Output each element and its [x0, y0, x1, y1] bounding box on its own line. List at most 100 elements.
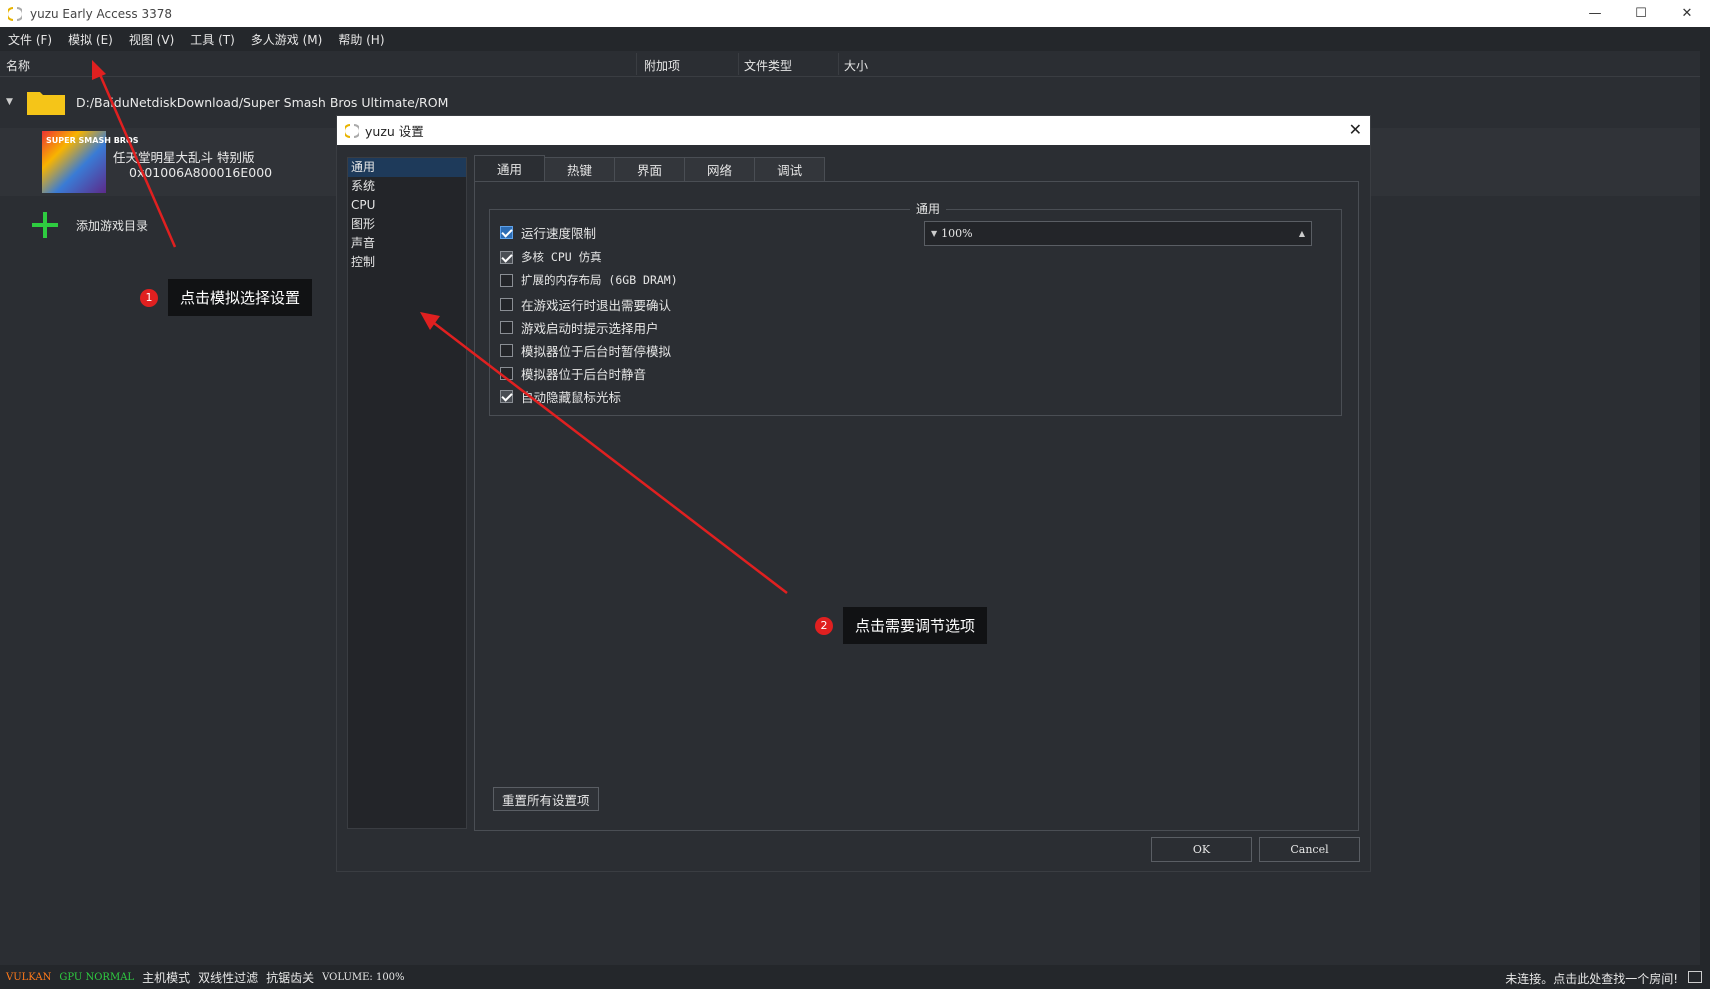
- cancel-button[interactable]: Cancel: [1259, 837, 1360, 862]
- option-extended-memory[interactable]: 扩展的内存布局 (6GB DRAM): [500, 272, 678, 288]
- column-filetype[interactable]: 文件类型: [744, 57, 792, 74]
- category-controls[interactable]: 控制: [348, 253, 466, 272]
- tab-network[interactable]: 网络: [684, 157, 756, 181]
- status-antialiasing[interactable]: 抗锯齿关: [266, 969, 314, 986]
- option-confirm-exit[interactable]: 在游戏运行时退出需要确认: [500, 295, 671, 314]
- menu-emulation[interactable]: 模拟 (E): [60, 31, 121, 48]
- game-thumbnail-title: SUPER SMASH BROS: [46, 136, 139, 145]
- option-mute-background[interactable]: 模拟器位于后台时静音: [500, 364, 646, 383]
- speed-limit-select[interactable]: ▼ 100% ▲: [924, 221, 1312, 246]
- scrollbar-track[interactable]: [1700, 51, 1710, 965]
- annotation-callout-1: 1 点击模拟选择设置: [140, 279, 313, 316]
- plus-icon: [30, 210, 60, 240]
- settings-category-list: 通用 系统 CPU 图形 声音 控制: [347, 157, 467, 829]
- category-cpu[interactable]: CPU: [348, 196, 466, 215]
- settings-tabs: 通用 热键 界面 网络 调试: [474, 155, 826, 181]
- annotation-callout-2: 2 点击需要调节选项: [815, 607, 988, 644]
- menu-tools[interactable]: 工具 (T): [182, 31, 243, 48]
- status-volume[interactable]: VOLUME: 100%: [322, 972, 404, 983]
- option-label: 自动隐藏鼠标光标: [521, 390, 622, 405]
- tab-panel-general: 通用 运行速度限制 ▼ 100% ▲ 多核 CPU 仿真 扩展的内存布局 (6G…: [474, 181, 1359, 831]
- window-titlebar: yuzu Early Access 3378 — ☐ ✕: [0, 0, 1710, 27]
- status-filter[interactable]: 双线性过滤: [198, 969, 258, 986]
- settings-dialog: yuzu 设置 ✕ 通用 系统 CPU 图形 声音 控制 通用 热键 界面 网络…: [336, 115, 1371, 872]
- minimize-button[interactable]: —: [1572, 0, 1618, 27]
- annotation-text: 点击需要调节选项: [843, 607, 988, 644]
- menubar: 文件 (F) 模拟 (E) 视图 (V) 工具 (T) 多人游戏 (M) 帮助 …: [0, 27, 1710, 51]
- option-pause-background[interactable]: 模拟器位于后台时暂停模拟: [500, 341, 671, 360]
- option-limit-speed[interactable]: 运行速度限制: [500, 223, 596, 242]
- checkbox-icon[interactable]: [500, 321, 513, 334]
- general-group: 通用 运行速度限制 ▼ 100% ▲ 多核 CPU 仿真 扩展的内存布局 (6G…: [489, 200, 1342, 416]
- status-dock-mode[interactable]: 主机模式: [142, 969, 190, 986]
- option-hide-mouse[interactable]: 自动隐藏鼠标光标: [500, 387, 621, 406]
- category-audio[interactable]: 声音: [348, 234, 466, 253]
- checkbox-icon[interactable]: [500, 344, 513, 357]
- close-button[interactable]: ✕: [1664, 0, 1710, 27]
- game-title-id: 0x01006A800016E000: [129, 165, 273, 180]
- folder-path: D:/BaiduNetdiskDownload/Super Smash Bros…: [76, 94, 449, 110]
- category-general[interactable]: 通用: [348, 158, 466, 177]
- checkbox-icon[interactable]: [500, 250, 513, 264]
- chevron-up-icon: ▲: [1298, 229, 1305, 238]
- option-label: 模拟器位于后台时暂停模拟: [521, 344, 672, 359]
- yuzu-logo-icon: [8, 6, 22, 21]
- column-size[interactable]: 大小: [844, 57, 868, 74]
- status-gpu-accuracy[interactable]: GPU NORMAL: [59, 972, 134, 983]
- yuzu-logo-icon: [345, 123, 359, 138]
- ok-button[interactable]: OK: [1151, 837, 1252, 862]
- menu-help[interactable]: 帮助 (H): [330, 31, 392, 48]
- checkbox-icon[interactable]: [500, 367, 513, 380]
- menu-view[interactable]: 视图 (V): [121, 31, 182, 48]
- tab-hotkeys[interactable]: 热键: [544, 157, 616, 181]
- category-system[interactable]: 系统: [348, 177, 466, 196]
- network-icon[interactable]: [1688, 971, 1702, 983]
- menu-file[interactable]: 文件 (F): [0, 31, 60, 48]
- game-title: 任天堂明星大乱斗 特别版: [113, 150, 255, 165]
- window-title: yuzu Early Access 3378: [30, 6, 172, 21]
- status-graphics-api[interactable]: VULKAN: [6, 972, 51, 983]
- dialog-close-icon[interactable]: ✕: [1349, 120, 1362, 139]
- checkbox-icon[interactable]: [500, 226, 513, 239]
- reset-all-settings-button[interactable]: 重置所有设置项: [493, 787, 599, 811]
- column-addons[interactable]: 附加项: [644, 57, 680, 74]
- add-game-directory[interactable]: 添加游戏目录: [30, 210, 148, 240]
- checkbox-icon[interactable]: [500, 390, 513, 403]
- status-network[interactable]: 未连接。点击此处查找一个房间!: [1505, 970, 1678, 987]
- folder-icon: [27, 92, 65, 115]
- chevron-down-icon: ▼: [931, 229, 938, 238]
- dialog-titlebar: yuzu 设置 ✕: [337, 116, 1370, 145]
- add-game-directory-label: 添加游戏目录: [76, 218, 149, 233]
- tab-debug[interactable]: 调试: [754, 157, 826, 181]
- group-title: 通用: [910, 200, 947, 217]
- annotation-number: 2: [815, 616, 833, 635]
- option-select-user[interactable]: 游戏启动时提示选择用户: [500, 318, 659, 337]
- option-label: 模拟器位于后台时静音: [521, 367, 647, 382]
- option-label: 运行速度限制: [521, 226, 597, 241]
- annotation-number: 1: [140, 288, 158, 307]
- maximize-button[interactable]: ☐: [1618, 0, 1664, 27]
- tab-ui[interactable]: 界面: [614, 157, 686, 181]
- annotation-text: 点击模拟选择设置: [168, 279, 313, 316]
- column-divider: [838, 53, 839, 75]
- game-folder-row[interactable]: ▼ D:/BaiduNetdiskDownload/Super Smash Br…: [0, 88, 1700, 116]
- dialog-title: yuzu 设置: [365, 124, 424, 139]
- window-controls: — ☐ ✕: [1572, 0, 1710, 27]
- category-graphics[interactable]: 图形: [348, 215, 466, 234]
- option-label: 游戏启动时提示选择用户: [521, 321, 659, 336]
- checkbox-icon[interactable]: [500, 298, 513, 311]
- gamelist-header: 名称 附加项 文件类型 大小: [0, 51, 1700, 77]
- checkbox-icon[interactable]: [500, 273, 513, 287]
- option-label: 在游戏运行时退出需要确认: [521, 298, 672, 313]
- column-divider: [738, 53, 739, 75]
- menu-multiplayer[interactable]: 多人游戏 (M): [243, 31, 331, 48]
- statusbar: VULKAN GPU NORMAL 主机模式 双线性过滤 抗锯齿关 VOLUME…: [0, 965, 1710, 989]
- option-label: 扩展的内存布局 (6GB DRAM): [521, 273, 678, 287]
- option-multicore[interactable]: 多核 CPU 仿真: [500, 249, 602, 265]
- speed-limit-value: 100%: [941, 227, 973, 240]
- expand-arrow-icon[interactable]: ▼: [6, 97, 16, 107]
- column-divider: [636, 53, 637, 75]
- option-label: 多核 CPU 仿真: [521, 250, 602, 264]
- tab-general[interactable]: 通用: [474, 155, 546, 181]
- column-name[interactable]: 名称: [6, 57, 30, 74]
